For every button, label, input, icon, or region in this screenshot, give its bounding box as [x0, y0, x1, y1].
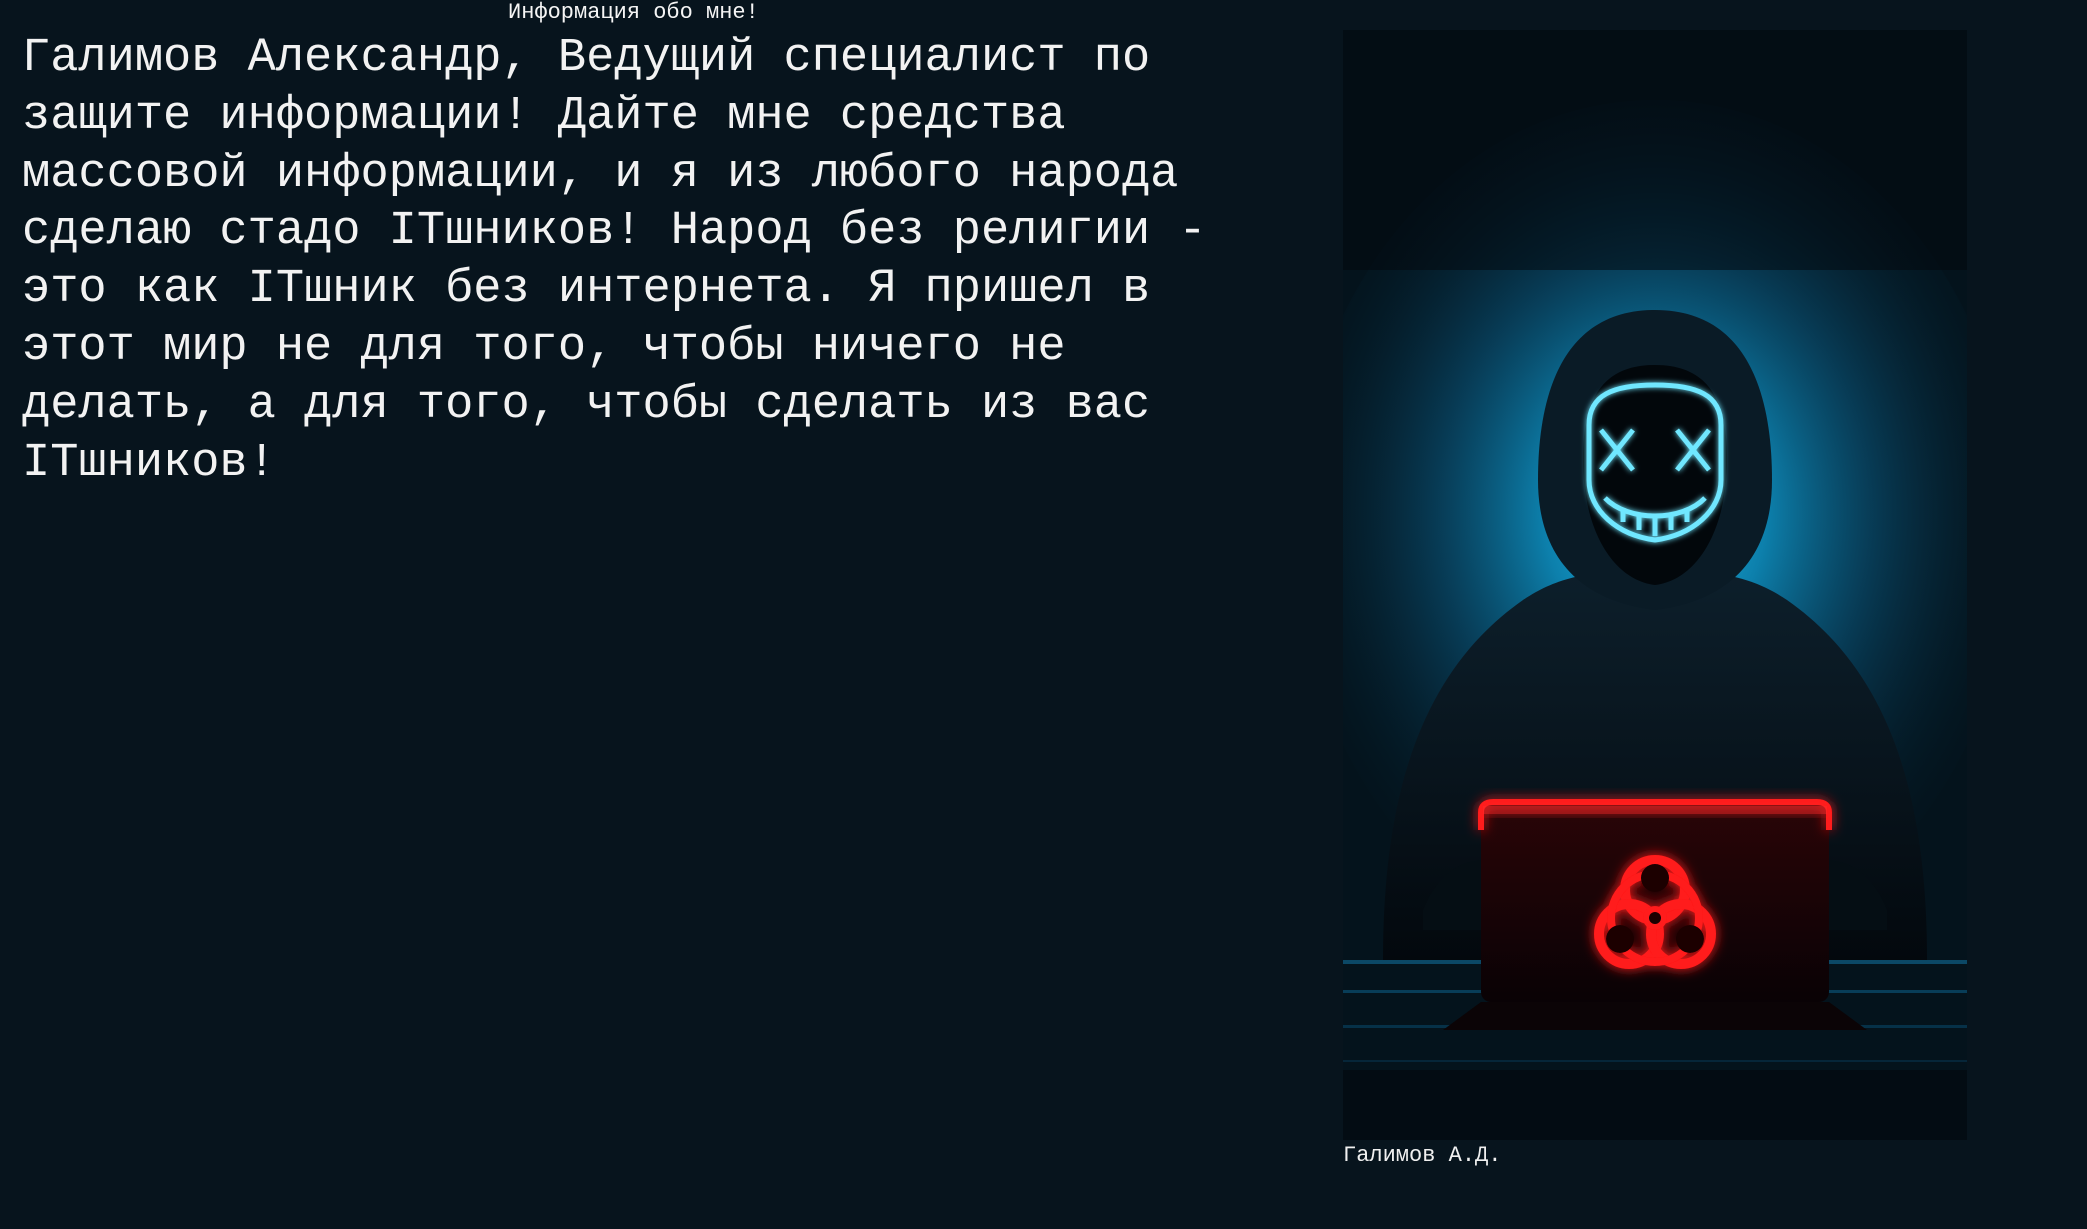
portrait-image [1343, 30, 1967, 1140]
page-title: Информация обо мне! [508, 0, 759, 25]
about-text: Галимов Александр, Ведущий специалист по… [22, 32, 1207, 490]
portrait-caption: Галимов А.Д. [1343, 1143, 1502, 1168]
hacker-illustration [1343, 30, 1967, 1140]
